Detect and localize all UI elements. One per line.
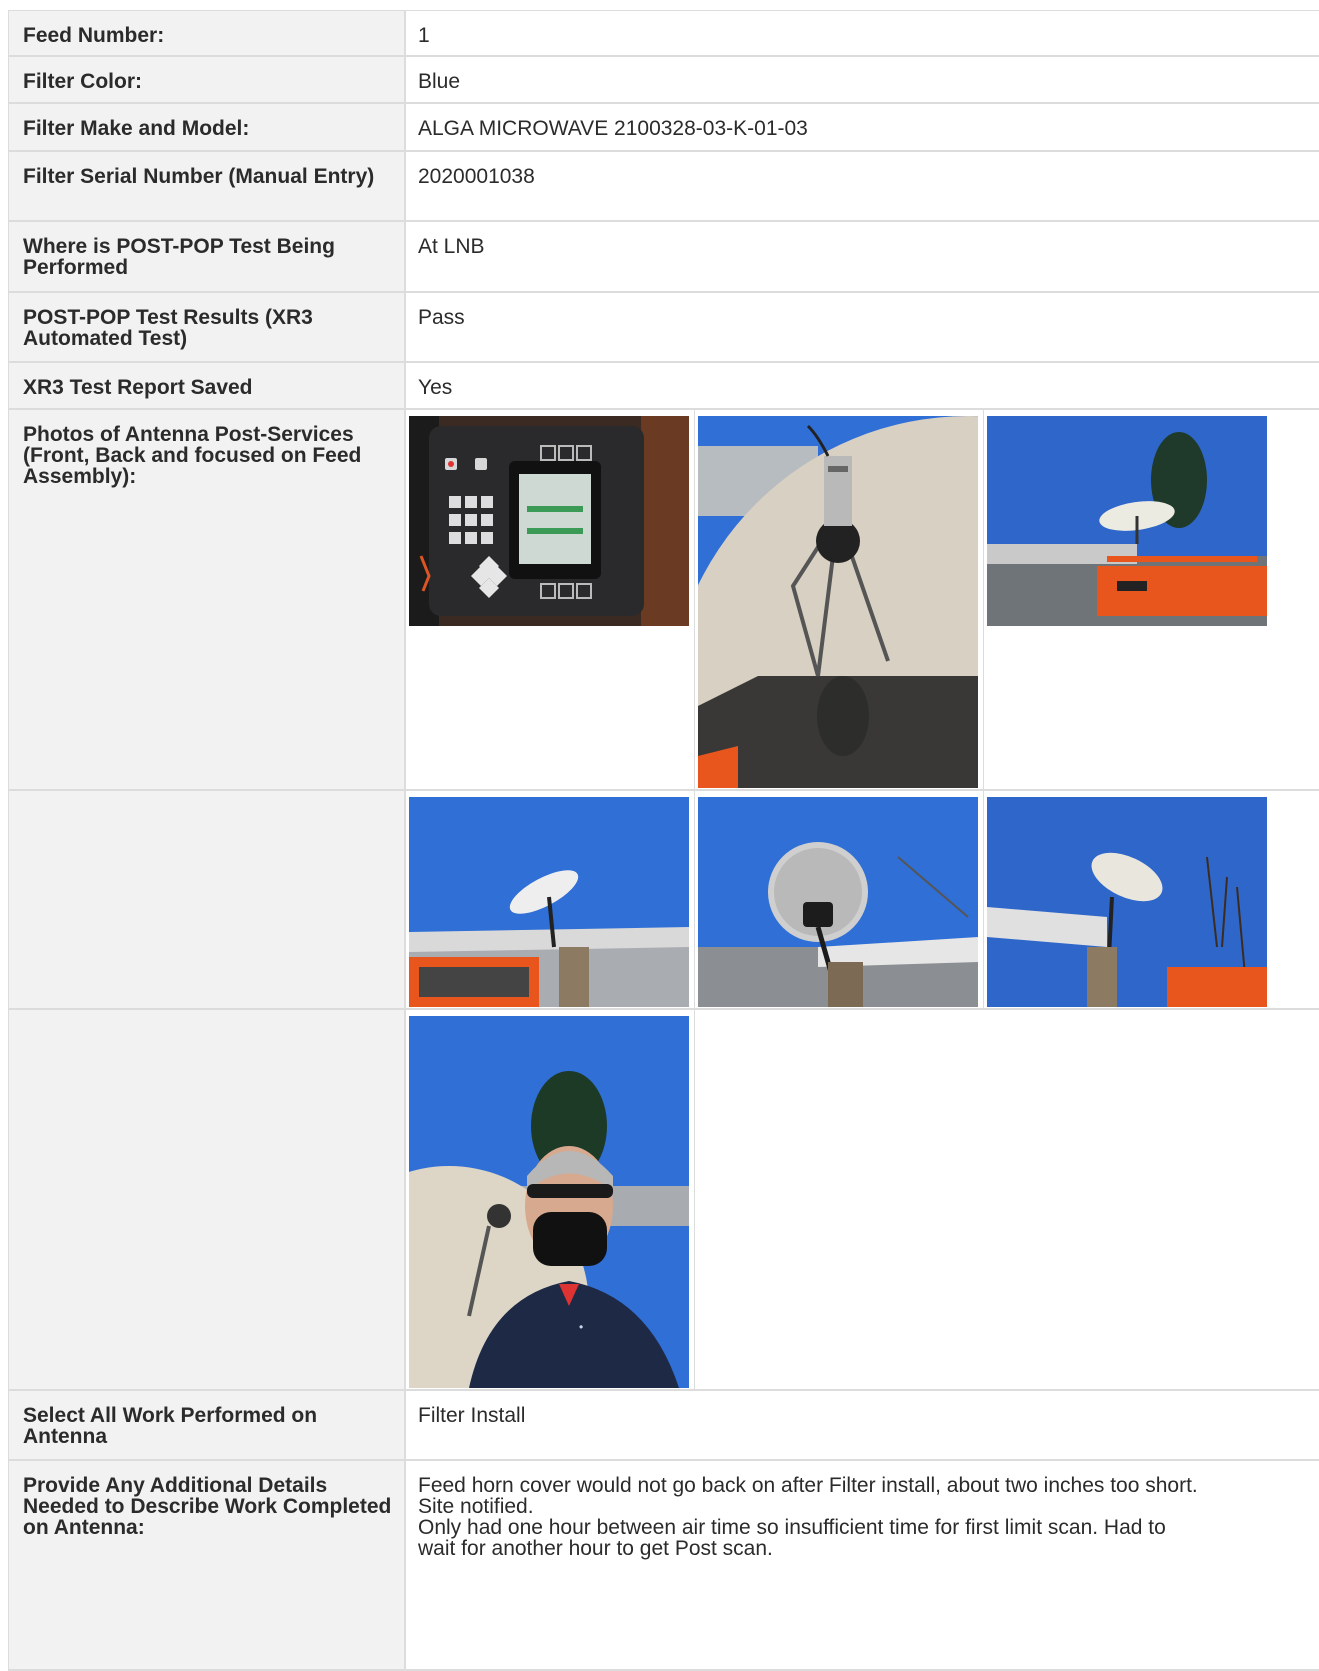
photo-antenna-trees[interactable] (987, 797, 1267, 1007)
label-photos-empty-2 (8, 791, 404, 1010)
antenna-trees-photo-icon (987, 797, 1267, 1007)
label-test-results: POST-POP Test Results (XR3 Automated Tes… (8, 293, 404, 363)
photo-feed-assembly[interactable] (698, 416, 978, 788)
note-line-3: Only had one hour between air time so in… (418, 1516, 1166, 1539)
photo-antenna-lift[interactable] (987, 416, 1267, 626)
label-filter-serial: Filter Serial Number (Manual Entry) (8, 152, 404, 222)
photo-technician-selfie[interactable]: • (409, 1016, 689, 1388)
label-photos-empty-3 (8, 1010, 404, 1391)
antenna-building-photo-icon (409, 797, 689, 1007)
photo-grid-2 (404, 791, 1319, 1010)
label-report-saved: XR3 Test Report Saved (8, 363, 404, 410)
photo-antenna-building[interactable] (409, 797, 689, 1007)
antenna-lift-photo-icon (987, 416, 1267, 626)
row-photos-1: Photos of Antenna Post-Services (Front, … (8, 410, 1319, 791)
feed-assembly-photo-icon (698, 416, 978, 788)
row-test-results: POST-POP Test Results (XR3 Automated Tes… (8, 293, 1319, 363)
row-filter-color: Filter Color: Blue (8, 57, 1319, 104)
label-photos: Photos of Antenna Post-Services (Front, … (8, 410, 404, 791)
value-filter-color: Blue (404, 57, 1319, 104)
photo-grid-3: • (404, 1010, 1319, 1391)
note-line-4: wait for another hour to get Post scan. (418, 1537, 773, 1560)
label-filter-make-model: Filter Make and Model: (8, 104, 404, 152)
value-filter-make-model: ALGA MICROWAVE 2100328-03-K-01-03 (404, 104, 1319, 152)
value-additional-details: Feed horn cover would not go back on aft… (404, 1461, 1319, 1671)
value-report-saved: Yes (404, 363, 1319, 410)
value-feed-number: 1 (404, 11, 1319, 57)
photo-antenna-back[interactable] (698, 797, 978, 1007)
row-filter-make-model: Filter Make and Model: ALGA MICROWAVE 21… (8, 104, 1319, 152)
antenna-back-photo-icon (698, 797, 978, 1007)
xr3-meter-photo-icon (409, 416, 689, 626)
photo-grid-1 (404, 410, 1319, 791)
row-work-performed: Select All Work Performed on Antenna Fil… (8, 1391, 1319, 1461)
value-filter-serial: 2020001038 (404, 152, 1319, 222)
row-report-saved: XR3 Test Report Saved Yes (8, 363, 1319, 410)
note-line-1: Feed horn cover would not go back on aft… (418, 1474, 1198, 1497)
label-additional-details: Provide Any Additional Details Needed to… (8, 1461, 404, 1671)
label-filter-color: Filter Color: (8, 57, 404, 104)
row-additional-details: Provide Any Additional Details Needed to… (8, 1461, 1319, 1671)
svg-text:•: • (579, 1320, 583, 1334)
row-test-location: Where is POST-POP Test Being Performed A… (8, 222, 1319, 293)
row-feed-number: Feed Number: 1 (8, 11, 1319, 57)
note-line-2: Site notified. (418, 1495, 534, 1518)
row-photos-3: • (8, 1010, 1319, 1391)
report-table: Feed Number: 1 Filter Color: Blue Filter… (8, 10, 1319, 1671)
label-work-performed: Select All Work Performed on Antenna (8, 1391, 404, 1461)
value-work-performed: Filter Install (404, 1391, 1319, 1461)
value-test-results: Pass (404, 293, 1319, 363)
photo-xr3-meter[interactable] (409, 416, 689, 626)
technician-selfie-photo-icon: • (409, 1016, 689, 1388)
row-filter-serial: Filter Serial Number (Manual Entry) 2020… (8, 152, 1319, 222)
label-feed-number: Feed Number: (8, 11, 404, 57)
label-test-location: Where is POST-POP Test Being Performed (8, 222, 404, 293)
row-photos-2 (8, 791, 1319, 1010)
value-test-location: At LNB (404, 222, 1319, 293)
